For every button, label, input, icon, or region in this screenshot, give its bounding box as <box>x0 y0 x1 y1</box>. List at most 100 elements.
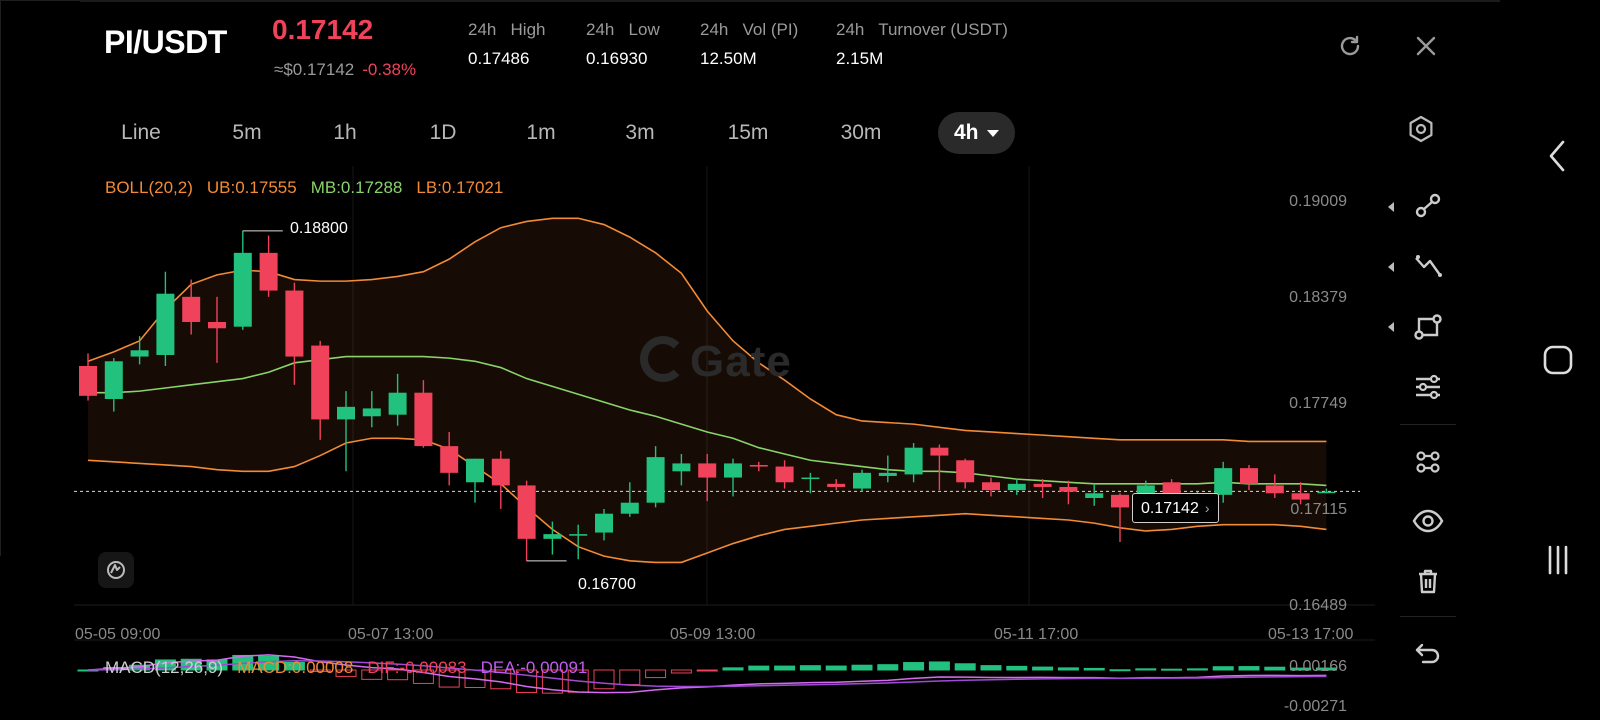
macd-histogram-bar <box>851 664 873 671</box>
candle-down <box>827 483 846 487</box>
candle-down <box>956 460 975 483</box>
low-price-label: 0.16700 <box>578 576 636 593</box>
candle-up <box>672 463 691 472</box>
candle-up <box>904 447 923 475</box>
candle-down <box>79 365 97 396</box>
trend-line-icon[interactable] <box>1408 186 1448 226</box>
candle-down <box>440 446 459 473</box>
macd-histogram-bar <box>954 663 976 671</box>
time-axis-label: 05-07 13:00 <box>348 626 434 643</box>
candle-down <box>749 464 768 467</box>
macd-histogram-bar <box>696 669 718 672</box>
candle-up <box>801 477 820 480</box>
toolbar-divider <box>1400 424 1456 425</box>
time-axis-label: 05-09 13:00 <box>670 626 756 643</box>
recents-nav-icon[interactable] <box>1538 540 1578 580</box>
macd-histogram-bar <box>1057 667 1079 671</box>
macd-histogram-bar <box>1161 668 1183 671</box>
candlestick-chart[interactable] <box>0 0 1600 720</box>
adjust-icon[interactable] <box>1408 366 1448 406</box>
candle-up <box>646 457 665 503</box>
candle-up <box>130 350 149 357</box>
tool-expand-caret[interactable] <box>1388 262 1394 272</box>
macd-axis-label: 0.00166 <box>1289 658 1347 675</box>
macd-histogram-bar <box>645 669 667 679</box>
candle-up <box>1317 491 1336 494</box>
macd-histogram-bar <box>903 662 925 671</box>
chevron-right-icon: › <box>1204 500 1210 516</box>
candle-down <box>982 482 1000 491</box>
trash-icon[interactable] <box>1408 562 1448 602</box>
candle-up <box>362 408 381 417</box>
macd-histogram-bar <box>1135 668 1157 671</box>
candle-down <box>1059 486 1078 492</box>
macd-histogram-bar <box>1212 666 1234 671</box>
price-axis-label: 0.16489 <box>1289 597 1347 614</box>
boll-legend: BOLL(20,2) UB:0.17555 MB:0.17288 LB:0.17021 <box>105 178 517 198</box>
candle-up <box>620 502 639 514</box>
candle-up <box>543 534 562 539</box>
candle-down <box>1265 485 1284 494</box>
macd-histogram-bar <box>825 665 847 671</box>
price-axis-label: 0.17115 <box>1290 501 1347 518</box>
candle-down <box>414 392 433 447</box>
price-axis-label: 0.17749 <box>1289 395 1347 412</box>
candle-up <box>466 458 484 483</box>
candle-down <box>1111 494 1129 508</box>
dif-value: DIF:-0.00083 <box>367 658 467 677</box>
candle-down <box>1240 468 1258 484</box>
candle-down <box>517 485 536 539</box>
tool-expand-caret[interactable] <box>1388 322 1394 332</box>
shape-icon[interactable] <box>1408 306 1448 346</box>
dea-value: DEA:-0.00091 <box>480 658 588 677</box>
candle-up <box>595 513 613 533</box>
boll-upper-value: UB:0.17555 <box>206 178 297 197</box>
boll-params: BOLL(20,2) <box>105 178 193 197</box>
macd-histogram-bar <box>1006 665 1028 671</box>
candle-down <box>208 321 226 329</box>
macd-histogram-bar <box>877 664 899 671</box>
candle-up <box>104 361 123 399</box>
candle-down <box>930 447 949 456</box>
tool-expand-caret[interactable] <box>1388 202 1394 212</box>
candle-up <box>156 293 175 355</box>
candle-up <box>1214 468 1233 495</box>
candle-up <box>337 406 355 420</box>
home-nav-icon[interactable] <box>1538 340 1578 380</box>
candle-up <box>878 472 897 476</box>
price-axis-label: 0.18379 <box>1289 289 1347 306</box>
candle-up <box>233 252 252 327</box>
zigzag-icon[interactable] <box>1408 246 1448 286</box>
candle-up <box>853 472 871 489</box>
macd-histogram-bar <box>1186 668 1208 671</box>
macd-histogram-bar <box>1109 669 1131 672</box>
nodes-icon[interactable] <box>1408 442 1448 482</box>
macd-axis-label: -0.00271 <box>1283 698 1347 715</box>
candle-down <box>1033 483 1052 487</box>
watermark-text: Gate <box>690 337 792 386</box>
chart-mode-icon[interactable] <box>98 552 134 588</box>
candle-down <box>182 296 201 322</box>
last-price-tag[interactable]: 0.17142 › <box>1132 493 1219 523</box>
candle-down <box>491 458 510 486</box>
candle-down <box>1291 493 1310 500</box>
time-axis-label: 05-11 17:00 <box>994 626 1079 643</box>
candle-up <box>569 534 588 536</box>
macd-histogram-bar <box>619 669 641 686</box>
boll-mid-value: MB:0.17288 <box>310 178 403 197</box>
undo-icon[interactable] <box>1408 632 1448 672</box>
candle-up <box>724 463 742 478</box>
back-nav-icon[interactable] <box>1538 136 1578 176</box>
macd-histogram-bar <box>799 665 821 671</box>
macd-histogram-bar <box>928 661 950 671</box>
boll-lower-value: LB:0.17021 <box>416 178 504 197</box>
candle-up <box>1007 483 1026 491</box>
candle-down <box>698 463 717 478</box>
macd-histogram-bar <box>980 665 1002 671</box>
macd-histogram-bar <box>1032 666 1054 671</box>
macd-params: MACD(12,26,9) <box>105 658 224 677</box>
price-axis-label: 0.19009 <box>1289 193 1347 210</box>
candle-up <box>1085 493 1104 498</box>
last-price-tag-value: 0.17142 <box>1141 500 1199 517</box>
eye-icon[interactable] <box>1408 501 1448 541</box>
